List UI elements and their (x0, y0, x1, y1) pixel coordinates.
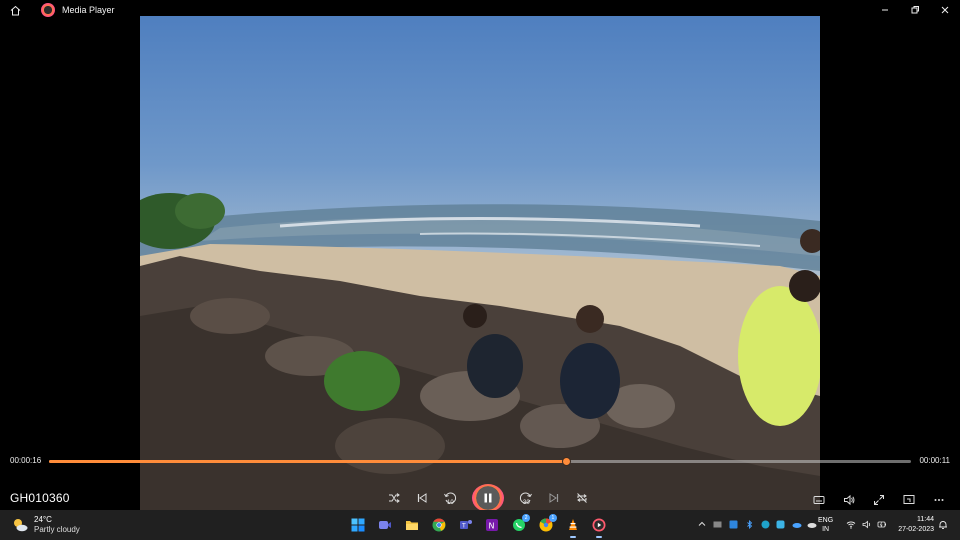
svg-text:N: N (489, 522, 495, 531)
start-button[interactable] (347, 514, 369, 536)
elapsed-time: 00:00:16 (10, 456, 42, 465)
mini-player-icon[interactable] (897, 488, 921, 512)
tray-app-icon[interactable] (713, 519, 723, 529)
wifi-icon (846, 519, 856, 529)
video-frame[interactable] (140, 16, 820, 510)
onenote-icon: N (486, 519, 499, 531)
transport-controls: 10 30 (380, 484, 596, 512)
taskbar-clock[interactable]: 11:44 27-02-2023 (892, 515, 934, 535)
windows-logo-icon (351, 518, 365, 532)
media-player-logo-icon (41, 3, 55, 17)
previous-icon[interactable] (410, 486, 434, 510)
secondary-controls (804, 488, 954, 512)
app-title: Media Player (62, 5, 115, 15)
minimize-icon[interactable] (870, 0, 900, 20)
taskbar-chrome[interactable] (428, 514, 450, 536)
edge-icon[interactable] (760, 519, 770, 529)
next-icon[interactable] (542, 486, 566, 510)
seek-bar-thumb[interactable] (562, 457, 572, 466)
clock-date: 27-02-2023 (898, 526, 934, 533)
rewind-seconds-label: 10 (447, 500, 454, 506)
language-code: ENG (818, 517, 834, 524)
cloud-icon[interactable] (807, 519, 817, 529)
subtitles-icon[interactable] (807, 488, 831, 512)
media-title: GH010360 (10, 491, 70, 505)
tray-security-icon[interactable] (728, 519, 738, 529)
taskbar-apps: T N 2 1 (345, 514, 613, 538)
rewind-10-icon[interactable]: 10 (438, 486, 462, 510)
repeat-off-icon[interactable] (570, 486, 594, 510)
clock-time: 11:44 (917, 516, 934, 523)
chrome-icon (432, 518, 446, 532)
bluetooth-icon[interactable] (744, 519, 754, 529)
more-icon[interactable] (927, 488, 951, 512)
taskbar-vlc[interactable] (562, 514, 584, 538)
chevron-up-icon[interactable] (697, 519, 707, 529)
media-player-icon (592, 518, 606, 532)
restore-icon[interactable] (900, 0, 930, 20)
taskbar-file-explorer[interactable] (401, 514, 423, 536)
speaker-icon (862, 519, 872, 529)
taskbar-teams[interactable]: T (455, 514, 477, 536)
remaining-time: 00:00:11 (919, 456, 950, 465)
battery-icon (877, 519, 887, 529)
svg-text:T: T (461, 523, 466, 530)
whatsapp-badge: 2 (522, 514, 531, 522)
taskbar-onenote[interactable]: N (481, 514, 503, 536)
beach-scene-image (140, 193, 820, 510)
system-tray (694, 519, 820, 529)
language-region: IN (822, 526, 830, 533)
forward-30-icon[interactable]: 30 (514, 486, 538, 510)
weather-widget[interactable]: 24°C Partly cloudy (12, 515, 80, 535)
meet-icon (379, 521, 392, 529)
close-icon[interactable] (930, 0, 960, 20)
chrome-profile-badge: 1 (548, 514, 557, 522)
weather-condition: Partly cloudy (34, 525, 80, 534)
notification-icon[interactable] (938, 520, 948, 530)
pause-button[interactable] (472, 484, 504, 512)
shuffle-icon[interactable] (382, 486, 406, 510)
teams-icon: T (459, 520, 472, 530)
quick-settings[interactable] (843, 519, 890, 529)
volume-icon[interactable] (837, 488, 861, 512)
weather-temperature: 24°C (34, 515, 52, 524)
seek-bar[interactable] (49, 457, 911, 466)
tray-q-icon[interactable] (776, 519, 786, 529)
seek-bar-row: 00:00:16 00:00:11 (0, 452, 960, 470)
home-icon[interactable] (7, 2, 23, 18)
pause-icon (484, 493, 492, 503)
vlc-icon (568, 519, 577, 530)
taskbar-chrome-profile[interactable]: 1 (535, 514, 557, 536)
taskbar-media-player[interactable] (588, 514, 610, 538)
partly-cloudy-icon (12, 518, 28, 532)
fullscreen-icon[interactable] (867, 488, 891, 512)
language-indicator[interactable]: ENG IN (818, 516, 833, 534)
title-bar: Media Player (0, 0, 960, 20)
taskbar: 24°C Partly cloudy T N 2 1 ENG IN 11:44 … (0, 510, 960, 540)
taskbar-meet[interactable] (374, 514, 396, 536)
seek-bar-fill (49, 460, 567, 463)
forward-seconds-label: 30 (523, 500, 530, 506)
window-controls (870, 0, 960, 20)
onedrive-icon[interactable] (792, 519, 802, 529)
taskbar-whatsapp[interactable]: 2 (508, 514, 531, 536)
folder-icon (405, 521, 418, 530)
